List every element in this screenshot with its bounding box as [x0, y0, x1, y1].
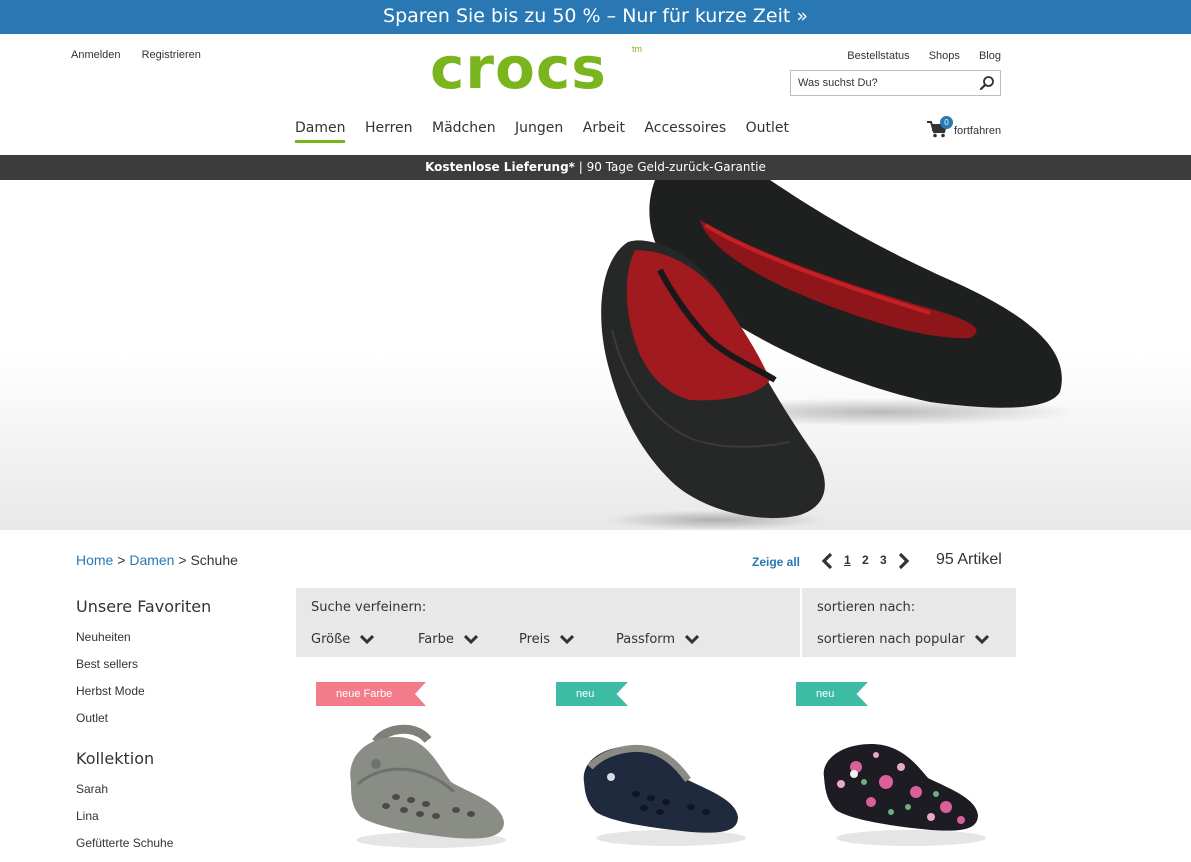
nav-item-maedchen[interactable]: Mädchen	[432, 120, 496, 140]
sort-value: sortieren nach popular	[817, 632, 965, 647]
filter-color-dropdown[interactable]: Farbe	[418, 632, 478, 647]
product-image[interactable]	[576, 722, 746, 852]
sidebar-item-outlet[interactable]: Outlet	[76, 711, 276, 738]
crocs-logo[interactable]: crocs tm	[430, 38, 650, 98]
sidebar-item-lined-shoes[interactable]: Gefütterte Schuhe	[76, 836, 276, 862]
chevron-down-icon	[685, 634, 700, 644]
chevron-down-icon	[360, 634, 375, 644]
breadcrumb-separator: >	[113, 552, 130, 568]
search-box	[790, 70, 1001, 96]
shipping-info-bar: Kostenlose Lieferung* | 90 Tage Geld-zur…	[0, 155, 1191, 180]
filter-price-dropdown[interactable]: Preis	[519, 632, 575, 647]
sidebar-heading-collection: Kollektion	[76, 749, 155, 768]
product-card[interactable]: neue Farbe	[316, 682, 546, 862]
shops-link[interactable]: Shops	[929, 50, 960, 62]
page-1-link[interactable]: 1	[844, 553, 851, 567]
chevron-down-icon	[463, 634, 478, 644]
guarantee-text: | 90 Tage Geld-zurück-Garantie	[574, 160, 766, 174]
account-links: Anmelden Registrieren	[71, 49, 219, 61]
blog-link[interactable]: Blog	[979, 50, 1001, 62]
sort-dropdown[interactable]: sortieren nach popular	[817, 632, 989, 647]
chevron-right-icon[interactable]	[897, 552, 911, 570]
promo-banner[interactable]: Sparen Sie bis zu 50 % – Nur für kurze Z…	[0, 0, 1191, 34]
product-badge: neue Farbe	[316, 682, 426, 706]
filter-fit-dropdown[interactable]: Passform	[616, 632, 700, 647]
product-image[interactable]	[336, 722, 506, 852]
breadcrumb-separator: >	[174, 552, 191, 568]
search-input[interactable]	[791, 71, 971, 95]
product-card[interactable]: neu	[556, 682, 786, 862]
cart-button[interactable]: 0 fortfahren	[927, 116, 1007, 142]
product-badge: neu	[556, 682, 628, 706]
product-badge: neu	[796, 682, 868, 706]
filter-size-dropdown[interactable]: Größe	[311, 632, 375, 647]
hero-banner[interactable]	[0, 180, 1191, 530]
show-all-link[interactable]: Zeige all	[752, 555, 800, 569]
filter-size-label: Größe	[311, 632, 351, 647]
sidebar-item-best-sellers[interactable]: Best sellers	[76, 657, 276, 684]
product-image[interactable]	[816, 722, 986, 852]
login-link[interactable]: Anmelden	[71, 49, 121, 61]
filter-fit-label: Passform	[616, 632, 676, 647]
cart-count-badge: 0	[940, 116, 953, 129]
article-count: 95 Artikel	[936, 551, 1002, 568]
cart-label[interactable]: fortfahren	[954, 125, 1001, 137]
sidebar-item-herbst-mode[interactable]: Herbst Mode	[76, 684, 276, 711]
sort-title: sortieren nach:	[817, 600, 916, 615]
breadcrumb-home[interactable]: Home	[76, 552, 113, 568]
nav-item-damen[interactable]: Damen	[295, 120, 346, 143]
nav-item-herren[interactable]: Herren	[365, 120, 413, 140]
sidebar-item-lina[interactable]: Lina	[76, 809, 276, 836]
refine-search-title: Suche verfeinern:	[311, 600, 427, 615]
filter-price-label: Preis	[519, 632, 551, 647]
utility-links: Bestellstatus Shops Blog	[831, 50, 1001, 62]
nav-item-outlet[interactable]: Outlet	[746, 120, 789, 140]
breadcrumb-damen[interactable]: Damen	[129, 552, 174, 568]
register-link[interactable]: Registrieren	[142, 49, 201, 61]
product-card[interactable]: neu	[796, 682, 1026, 862]
search-icon[interactable]	[979, 75, 995, 91]
chevron-down-icon	[560, 634, 575, 644]
breadcrumb: Home > Damen > Schuhe	[76, 552, 238, 568]
nav-item-accessoires[interactable]: Accessoires	[644, 120, 726, 140]
sidebar-item-sarah[interactable]: Sarah	[76, 782, 276, 809]
sidebar-item-neuheiten[interactable]: Neuheiten	[76, 630, 276, 657]
free-shipping-text: Kostenlose Lieferung*	[425, 160, 575, 174]
page-2-link[interactable]: 2	[862, 553, 869, 567]
page-3-link[interactable]: 3	[880, 553, 887, 567]
chevron-down-icon	[974, 634, 989, 644]
refine-search-panel: Suche verfeinern: Größe Farbe Preis Pass…	[296, 588, 800, 657]
hero-shoe-image	[601, 180, 1080, 530]
main-navigation: Damen Herren Mädchen Jungen Arbeit Acces…	[295, 120, 804, 143]
order-status-link[interactable]: Bestellstatus	[847, 50, 909, 62]
sort-panel: sortieren nach: sortieren nach popular	[802, 588, 1016, 657]
sidebar-heading-favorites: Unsere Favoriten	[76, 597, 212, 616]
filter-color-label: Farbe	[418, 632, 454, 647]
nav-item-jungen[interactable]: Jungen	[515, 120, 563, 140]
nav-item-arbeit[interactable]: Arbeit	[583, 120, 625, 140]
logo-wordmark: crocs	[430, 34, 607, 102]
breadcrumb-current: Schuhe	[190, 552, 238, 568]
promo-text[interactable]: Sparen Sie bis zu 50 % – Nur für kurze Z…	[383, 5, 808, 27]
category-sidebar: Unsere Favoriten Neuheiten Best sellers …	[76, 597, 276, 862]
chevron-left-icon[interactable]	[820, 552, 834, 570]
logo-trademark: tm	[632, 44, 642, 54]
